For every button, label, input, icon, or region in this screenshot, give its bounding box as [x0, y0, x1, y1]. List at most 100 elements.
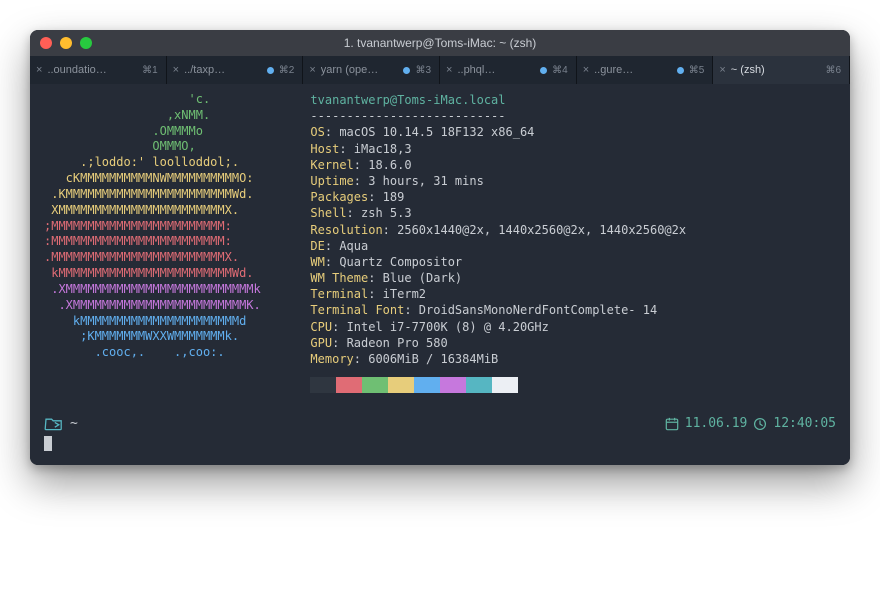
separator-line: ---------------------------: [310, 108, 686, 124]
info-key: Shell: [310, 206, 346, 220]
info-key: Kernel: [310, 158, 353, 172]
tab-5[interactable]: × ..gure… ⌘5: [577, 56, 714, 84]
close-window-button[interactable]: [40, 37, 52, 49]
info-value: 6006MiB / 16384MiB: [368, 352, 498, 366]
tab-label: ..gure…: [594, 64, 672, 76]
tab-3[interactable]: ×yarn (ope…⌘3: [303, 56, 440, 84]
info-key: Terminal Font: [310, 303, 404, 317]
activity-dot-icon: [677, 67, 684, 74]
info-row: Resolution: 2560x1440@2x, 1440x2560@2x, …: [310, 222, 686, 238]
ascii-line: .XMMMMMMMMMMMMMMMMMMMMMMMMMMk: [44, 282, 282, 298]
info-row: Memory: 6006MiB / 16384MiB: [310, 351, 686, 367]
traffic-lights: [40, 37, 92, 49]
info-key: CPU: [310, 320, 332, 334]
info-row: WM Theme: Blue (Dark): [310, 270, 686, 286]
time-text: 12:40:05: [773, 415, 836, 433]
prompt-input-line[interactable]: [44, 435, 836, 451]
ascii-line: ;KMMMMMMMWXXWMMMMMMMk.: [44, 329, 282, 345]
info-value: Radeon Pro 580: [347, 336, 448, 350]
info-value: Quartz Compositor: [339, 255, 462, 269]
info-value: DroidSansMonoNerdFontComplete- 14: [419, 303, 657, 317]
tab-4[interactable]: ×..phql…⌘4: [440, 56, 577, 84]
tab-shortcut: ⌘6: [825, 65, 841, 76]
close-tab-icon[interactable]: ×: [309, 65, 315, 76]
info-row: Terminal Font: DroidSansMonoNerdFontComp…: [310, 302, 686, 318]
info-value: Intel i7-7700K (8) @ 4.20GHz: [347, 320, 549, 334]
info-key: Packages: [310, 190, 368, 204]
maximize-window-button[interactable]: [80, 37, 92, 49]
tab-shortcut: ⌘1: [142, 65, 158, 76]
ascii-line: 'c.: [44, 92, 282, 108]
ascii-line: .KMMMMMMMMMMMMMMMMMMMMMMMWd.: [44, 187, 282, 203]
calendar-icon: [665, 417, 679, 431]
color-swatch: [388, 377, 414, 393]
close-tab-icon[interactable]: ×: [173, 65, 179, 76]
minimize-window-button[interactable]: [60, 37, 72, 49]
ascii-line: .;loddo:' loolloddol;.: [44, 155, 282, 171]
info-row: Host: iMac18,3: [310, 141, 686, 157]
ascii-line: .MMMMMMMMMMMMMMMMMMMMMMMMX.: [44, 250, 282, 266]
tab-label: yarn (ope…: [321, 64, 399, 76]
ascii-line: kMMMMMMMMMMMMMMMMMMMMMMd: [44, 314, 282, 330]
tab-label: ../taxp…: [184, 64, 262, 76]
close-tab-icon[interactable]: ×: [36, 65, 42, 76]
color-swatch: [336, 377, 362, 393]
terminal-window: 1. tvanantwerp@Toms-iMac: ~ (zsh) × ..oun…: [30, 30, 850, 465]
info-key: Terminal: [310, 287, 368, 301]
close-tab-icon[interactable]: ×: [719, 65, 725, 76]
info-key: Resolution: [310, 223, 382, 237]
color-swatches: [310, 377, 686, 393]
tab-label: ..oundatio…: [47, 64, 137, 76]
ascii-line: ,xNMM.: [44, 108, 282, 124]
info-key: WM Theme: [310, 271, 368, 285]
info-key: GPU: [310, 336, 332, 350]
ascii-line: XMMMMMMMMMMMMMMMMMMMMMMMX.: [44, 203, 282, 219]
tab-shortcut: ⌘5: [689, 65, 705, 76]
user-host-line: tvanantwerp@Toms-iMac.local: [310, 92, 686, 108]
info-row: CPU: Intel i7-7700K (8) @ 4.20GHz: [310, 319, 686, 335]
info-key: Host: [310, 142, 339, 156]
info-value: Blue (Dark): [383, 271, 462, 285]
tab-2[interactable]: × ../taxp… ⌘2: [167, 56, 304, 84]
ascii-line: .OMMMMo: [44, 124, 282, 140]
activity-dot-icon: [267, 67, 274, 74]
ascii-line: .XMMMMMMMMMMMMMMMMMMMMMMMMK.: [44, 298, 282, 314]
info-value: iTerm2: [383, 287, 426, 301]
ascii-line: ;MMMMMMMMMMMMMMMMMMMMMMMM:: [44, 219, 282, 235]
ascii-line: cKMMMMMMMMMMNWMMMMMMMMMMO:: [44, 171, 282, 187]
color-swatch: [362, 377, 388, 393]
info-value: 3 hours, 31 mins: [368, 174, 484, 188]
info-row: WM: Quartz Compositor: [310, 254, 686, 270]
activity-dot-icon: [403, 67, 410, 74]
info-value: 189: [383, 190, 405, 204]
info-row: GPU: Radeon Pro 580: [310, 335, 686, 351]
close-tab-icon[interactable]: ×: [583, 65, 589, 76]
tab-label: ..phql…: [457, 64, 535, 76]
window-title: 1. tvanantwerp@Toms-iMac: ~ (zsh): [30, 36, 850, 50]
info-row: Uptime: 3 hours, 31 mins: [310, 173, 686, 189]
folder-arrow-icon: [44, 416, 64, 432]
system-info: tvanantwerp@Toms-iMac.local ------------…: [310, 92, 686, 393]
ascii-line: kMMMMMMMMMMMMMMMMMMMMMMMMWd.: [44, 266, 282, 282]
titlebar[interactable]: 1. tvanantwerp@Toms-iMac: ~ (zsh): [30, 30, 850, 56]
ascii-line: .cooc,. .,coo:.: [44, 345, 282, 361]
info-row: Kernel: 18.6.0: [310, 157, 686, 173]
info-value: macOS 10.14.5 18F132 x86_64: [339, 125, 534, 139]
prompt-right: 11.06.19 12:40:05: [665, 415, 836, 433]
terminal-body[interactable]: 'c. ,xNMM. .OMMMMo OMMMO, .;loddo:' lool…: [30, 84, 850, 465]
color-swatch: [492, 377, 518, 393]
info-value: zsh 5.3: [361, 206, 412, 220]
neofetch-output: 'c. ,xNMM. .OMMMMo OMMMO, .;loddo:' lool…: [44, 92, 836, 393]
info-row: DE: Aqua: [310, 238, 686, 254]
ascii-line: OMMMO,: [44, 139, 282, 155]
tab-1[interactable]: × ..oundatio… ⌘1: [30, 56, 167, 84]
info-row: OS: macOS 10.14.5 18F132 x86_64: [310, 124, 686, 140]
tab-6[interactable]: ×~ (zsh)⌘6: [713, 56, 850, 84]
tab-shortcut: ⌘2: [279, 65, 295, 76]
close-tab-icon[interactable]: ×: [446, 65, 452, 76]
prompt-status-bar: ~ 11.06.19 1: [44, 415, 836, 433]
prompt-left: ~: [44, 415, 78, 433]
info-value: 2560x1440@2x, 1440x2560@2x, 1440x2560@2x: [397, 223, 686, 237]
info-key: Uptime: [310, 174, 353, 188]
color-swatch: [466, 377, 492, 393]
